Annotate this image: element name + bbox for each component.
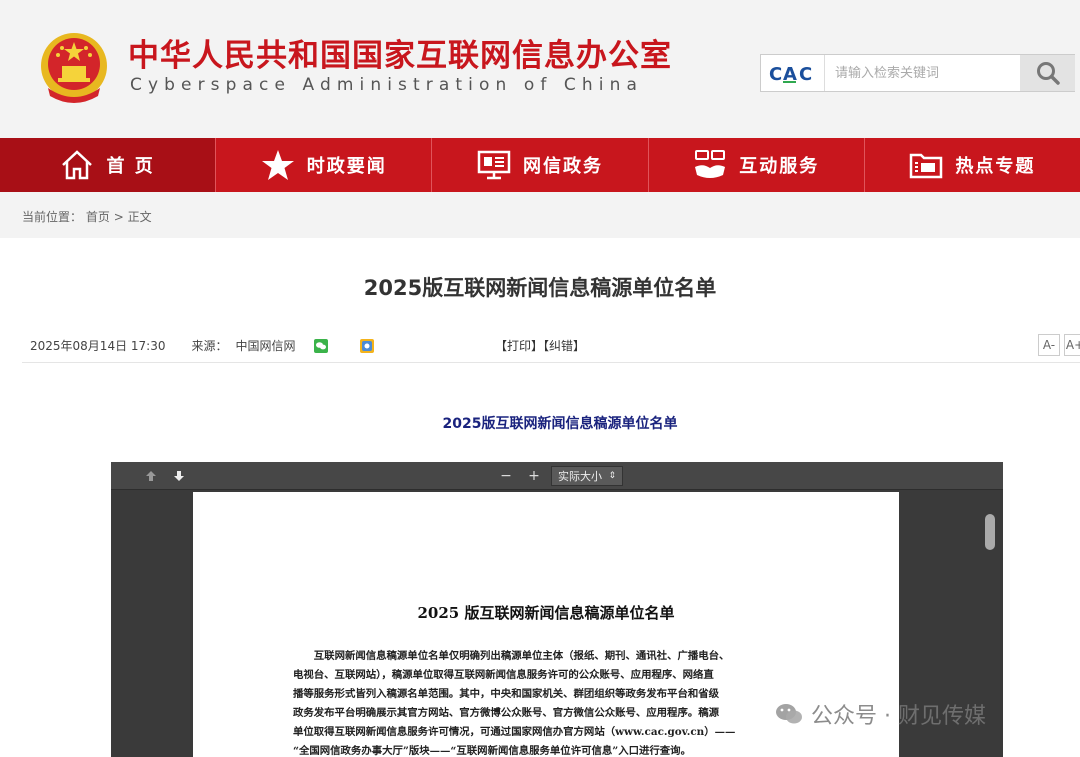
- zoom-in-button[interactable]: +: [525, 466, 543, 486]
- breadcrumb-current: 正文: [127, 210, 152, 224]
- pdf-toolbar: − + 实际大小 ⇕: [111, 462, 1003, 490]
- correction-link[interactable]: 【纠错】: [543, 339, 585, 353]
- pdf-text-line: 电视台、互联网站），稿源单位取得互联网新闻信息服务许可的公众账号、应用程序、网络…: [293, 669, 714, 681]
- home-icon: [60, 148, 94, 182]
- search-button[interactable]: [1020, 55, 1075, 91]
- nav-item-label: 热点专题: [955, 156, 1036, 177]
- pdf-text-line: 单位取得互联网新闻信息服务许可情况，可通过国家网信办官方网站（www.cac.g…: [293, 726, 736, 738]
- pdf-text-line: 播等服务形式皆列入稿源名单范围。其中，中央和国家机关、群团组织等政务发布平台和省…: [293, 688, 720, 700]
- zoom-select[interactable]: 实际大小 ⇕: [551, 466, 623, 486]
- pdf-text-line: 互联网新闻信息稿源单位名单仅明确列出稿源单位主体（报纸、期刊、通讯社、广播电台、: [313, 650, 730, 662]
- nav-item-topics[interactable]: 热点专题: [865, 138, 1080, 192]
- svg-text:C: C: [799, 64, 812, 84]
- nav-item-services[interactable]: 互动服务: [649, 138, 865, 192]
- article-subtitle: 2025版互联网新闻信息稿源单位名单: [442, 416, 678, 432]
- pdf-paragraph: 互联网新闻信息稿源单位名单仅明确列出稿源单位主体（报纸、期刊、通讯社、广播电台、…: [293, 647, 805, 757]
- search-icon: [1036, 62, 1060, 85]
- main-nav: 首 页 时政要闻 网信政务 互动服务 热点专题: [0, 138, 1080, 192]
- cac-logo-icon: C A C: [769, 64, 812, 84]
- breadcrumb: 当前位置： 首页 > 正文: [22, 208, 152, 225]
- pdf-text-line: “全国网信政务办事大厅”版块——“互联网新闻信息服务单位许可信息”入口进行查询。: [293, 745, 691, 757]
- print-link[interactable]: 【打印】: [495, 339, 543, 353]
- svg-text:C: C: [769, 64, 782, 84]
- print-links: 【打印】【纠错】: [0, 337, 1080, 354]
- breadcrumb-separator: >: [113, 210, 128, 224]
- font-increase-button[interactable]: A+: [1064, 334, 1080, 356]
- nav-item-home[interactable]: 首 页: [0, 138, 217, 192]
- watermark-text: 公众号 · 财见传媒: [811, 704, 986, 729]
- arrow-up-icon: [146, 471, 156, 481]
- pdf-scrollbar-thumb[interactable]: [985, 514, 995, 550]
- select-arrows-icon: ⇕: [608, 471, 616, 481]
- search-box: C A C: [760, 54, 1075, 92]
- nav-item-label: 首 页: [106, 156, 155, 177]
- font-decrease-button[interactable]: A-: [1038, 334, 1060, 356]
- nav-item-label: 网信政务: [523, 156, 603, 177]
- site-title[interactable]: 中华人民共和国国家互联网信息办公室: [128, 30, 672, 75]
- prev-page-button[interactable]: [143, 466, 159, 486]
- wechat-watermark-icon: [776, 704, 802, 724]
- arrow-down-icon: [174, 471, 184, 481]
- site-title-english: Cyberspace Administration of China: [130, 75, 643, 95]
- site-header: 中华人民共和国国家互联网信息办公室 Cyberspace Administrat…: [0, 0, 1080, 138]
- breadcrumb-prefix: 当前位置：: [22, 210, 83, 224]
- monitor-icon: [477, 148, 511, 182]
- star-icon: [261, 148, 295, 182]
- nav-item-label: 互动服务: [739, 156, 820, 177]
- zoom-out-button[interactable]: −: [497, 466, 515, 486]
- nav-item-news[interactable]: 时政要闻: [216, 138, 433, 192]
- nav-item-affairs[interactable]: 网信政务: [432, 138, 649, 192]
- zoom-value: 实际大小: [558, 470, 602, 483]
- cac-logo[interactable]: C A C: [761, 55, 825, 91]
- pdf-document-title: 2025 版互联网新闻信息稿源单位名单: [417, 604, 675, 622]
- nav-item-label: 时政要闻: [306, 156, 387, 177]
- handshake-icon: [693, 148, 727, 182]
- national-emblem-icon[interactable]: [38, 30, 110, 106]
- divider: [22, 362, 1080, 363]
- watermark: 公众号 · 财见传媒: [775, 696, 986, 732]
- pdf-text-line: 政务发布平台明确展示其官方网站、官方微博公众账号、官方微信公众账号、应用程序。稿…: [293, 707, 720, 719]
- breadcrumb-home-link[interactable]: 首页: [86, 210, 110, 224]
- breadcrumb-strip: 当前位置： 首页 > 正文: [0, 192, 1080, 238]
- next-page-button[interactable]: [171, 466, 187, 486]
- article-title: 2025版互联网新闻信息稿源单位名单: [363, 276, 717, 300]
- folder-icon: [909, 148, 943, 182]
- search-input[interactable]: [827, 55, 1019, 91]
